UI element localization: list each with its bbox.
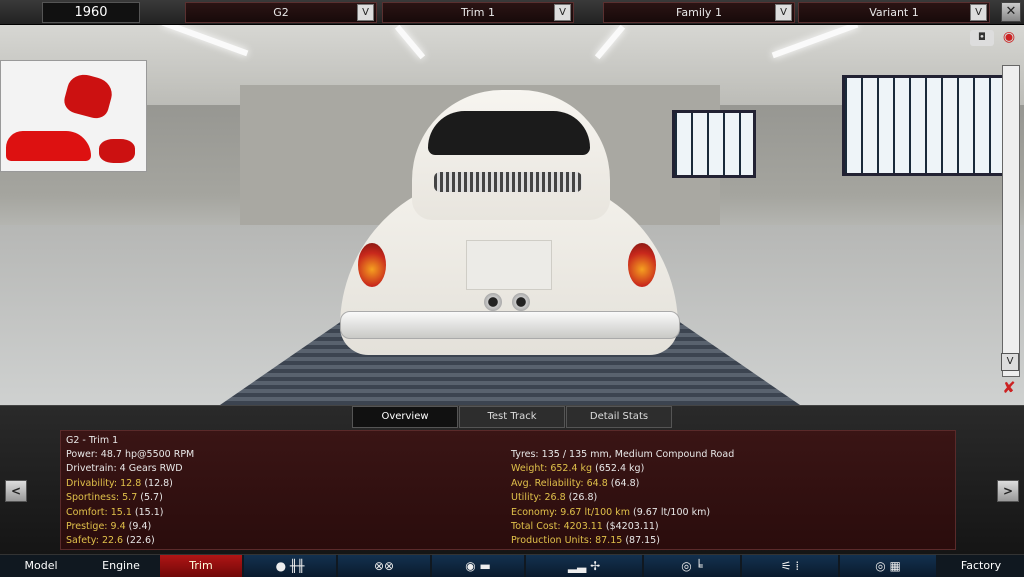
chevron-down-icon[interactable]: V — [970, 4, 987, 21]
stats-overview: G2 - Trim 1 Power: 48.7 hp@5500 RPM Driv… — [60, 430, 956, 550]
model-dropdown[interactable]: G2 V — [185, 2, 377, 23]
stat-prestige: Prestige: 9.4 (9.4) — [66, 521, 152, 532]
tab-test-track[interactable]: Test Track — [459, 406, 565, 428]
tab-overview[interactable]: Overview — [352, 406, 458, 428]
close-button[interactable]: ✕ — [1001, 2, 1021, 22]
chevron-down-icon[interactable]: V — [554, 4, 571, 21]
stat-drivability: Drivability: 12.8 (12.8) — [66, 478, 173, 489]
family-dropdown[interactable]: Family 1 V — [603, 2, 795, 23]
nav-factory[interactable]: Factory — [938, 555, 1024, 577]
top-bar: 1960 G2 V Trim 1 V Family 1 V Variant 1 … — [0, 0, 1024, 25]
chevron-down-icon[interactable]: V — [357, 4, 374, 21]
stat-power: Power: 48.7 hp@5500 RPM — [66, 449, 195, 460]
exhaust-pipe — [512, 293, 530, 311]
body-fixtures-icon[interactable]: ◉ ▬ — [432, 555, 524, 577]
delete-icon[interactable]: ✘ — [999, 378, 1019, 398]
wheels-icon[interactable]: ⊗⊗ — [338, 555, 430, 577]
poster-car-drawing — [6, 131, 91, 161]
aero-fan-icon[interactable]: ▂▃ ✢ — [526, 555, 642, 577]
stat-drivetrain: Drivetrain: 4 Gears RWD — [66, 463, 183, 474]
year-field[interactable]: 1960 — [42, 2, 140, 23]
test-flag-icon[interactable]: ◎ ▦ — [840, 555, 936, 577]
stats-title: G2 - Trim 1 — [66, 435, 119, 446]
camera-icon[interactable]: ◘ — [970, 30, 994, 46]
variant-dropdown-label: Variant 1 — [869, 6, 919, 19]
garage-window — [842, 75, 1006, 176]
chassis-gearbox-icon[interactable]: ● ╫╫ — [244, 555, 336, 577]
nav-model[interactable]: Model — [0, 555, 82, 577]
stat-comfort: Comfort: 15.1 (15.1) — [66, 507, 164, 518]
stat-weight: Weight: 652.4 kg (652.4 kg) — [511, 463, 645, 474]
car-engine-grille — [434, 172, 582, 192]
scroll-down-button[interactable]: V — [1001, 353, 1019, 371]
stat-safety: Safety: 22.6 (22.6) — [66, 535, 155, 546]
poster-car-drawing — [99, 139, 135, 163]
poster-car-drawing — [61, 70, 116, 122]
car-license-plate — [466, 240, 552, 290]
stat-economy: Economy: 9.67 lt/100 km (9.67 lt/100 km) — [511, 507, 711, 518]
viewport-scrollbar[interactable] — [1002, 65, 1020, 377]
nav-trim[interactable]: Trim — [160, 555, 242, 577]
trim-dropdown[interactable]: Trim 1 V — [382, 2, 574, 23]
car-viewport[interactable]: ◘ ◉ V ✘ — [0, 25, 1024, 405]
chevron-down-icon[interactable]: V — [775, 4, 792, 21]
next-button[interactable]: > — [997, 480, 1019, 502]
variant-dropdown[interactable]: Variant 1 V — [798, 2, 990, 23]
car-rear-window — [428, 111, 590, 155]
garage-window — [672, 110, 756, 178]
model-dropdown-label: G2 — [273, 6, 289, 19]
stat-utility: Utility: 26.8 (26.8) — [511, 492, 598, 503]
car-poster — [0, 60, 147, 172]
bottom-nav: Model Engine Trim ● ╫╫ ⊗⊗ ◉ ▬ ▂▃ ✢ ◎ ╘ ⚟… — [0, 554, 1024, 577]
nav-engine[interactable]: Engine — [82, 555, 160, 577]
stat-sportiness: Sportiness: 5.7 (5.7) — [66, 492, 163, 503]
stat-reliability: Avg. Reliability: 64.8 (64.8) — [511, 478, 640, 489]
trim-dropdown-label: Trim 1 — [461, 6, 495, 19]
interior-seat-icon[interactable]: ◎ ╘ — [644, 555, 740, 577]
exhaust-pipe — [484, 293, 502, 311]
previous-button[interactable]: < — [5, 480, 27, 502]
stat-tyres: Tyres: 135 / 135 mm, Medium Compound Roa… — [511, 449, 735, 460]
eye-icon[interactable]: ◉ — [999, 30, 1019, 44]
stat-total-cost: Total Cost: 4203.11 ($4203.11) — [511, 521, 659, 532]
suspension-icon[interactable]: ⚟ ⁞ — [742, 555, 838, 577]
info-panel: Overview Test Track Detail Stats G2 - Tr… — [0, 405, 1024, 554]
family-dropdown-label: Family 1 — [676, 6, 722, 19]
car-rear-bumper — [340, 311, 680, 339]
stat-production-units: Production Units: 87.15 (87.15) — [511, 535, 660, 546]
tab-detail-stats[interactable]: Detail Stats — [566, 406, 672, 428]
tail-light-right — [628, 243, 656, 287]
tail-light-left — [358, 243, 386, 287]
